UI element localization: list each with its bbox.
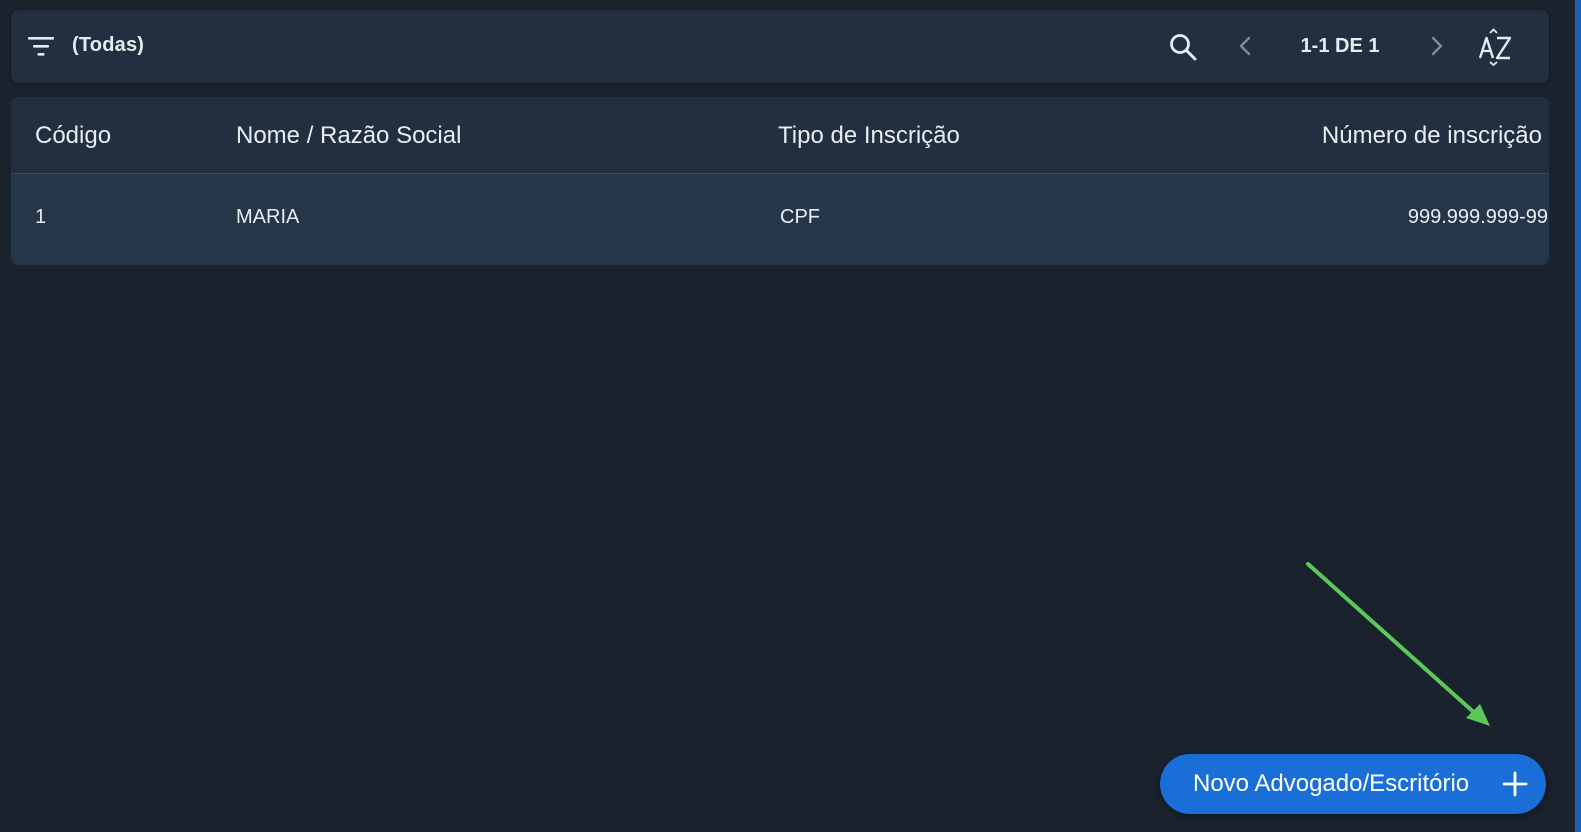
cell-codigo: 1 — [35, 206, 47, 228]
list-toolbar: (Todas) 1-1 DE 1 — [11, 10, 1549, 83]
new-lawyer-office-label: Novo Advogado/Escritório — [1193, 770, 1470, 797]
cell-tipo-inscricao: CPF — [780, 206, 820, 228]
plus-icon — [1502, 771, 1528, 797]
pagination-label: 1-1 DE 1 — [1300, 35, 1380, 57]
page: (Todas) 1-1 DE 1 Código Nome / Razão Soc… — [0, 0, 1581, 832]
cell-nome: MARIA — [236, 206, 300, 228]
chevron-right-icon[interactable] — [1424, 34, 1448, 58]
data-table: Código Nome / Razão Social Tipo de Inscr… — [11, 97, 1549, 265]
sort-az-icon[interactable] — [1477, 28, 1517, 66]
new-lawyer-office-button[interactable]: Novo Advogado/Escritório — [1160, 754, 1546, 814]
chevron-left-icon[interactable] — [1234, 34, 1258, 58]
column-header-numero-inscricao[interactable]: Número de inscrição — [1322, 122, 1542, 150]
column-header-tipo-inscricao[interactable]: Tipo de Inscrição — [778, 122, 960, 150]
column-header-nome[interactable]: Nome / Razão Social — [236, 122, 461, 150]
table-header: Código Nome / Razão Social Tipo de Inscr… — [11, 97, 1549, 174]
filter-list-icon[interactable] — [27, 34, 55, 58]
window-edge-scrollbar[interactable] — [1575, 0, 1581, 832]
table-row[interactable]: 1 MARIA CPF 999.999.999-99 — [11, 174, 1549, 265]
search-icon[interactable] — [1168, 32, 1198, 62]
cell-numero-inscricao: 999.999.999-99 — [1407, 206, 1548, 228]
annotation-arrow — [1306, 562, 1490, 726]
column-header-codigo[interactable]: Código — [35, 122, 111, 150]
filter-label[interactable]: (Todas) — [72, 34, 144, 57]
